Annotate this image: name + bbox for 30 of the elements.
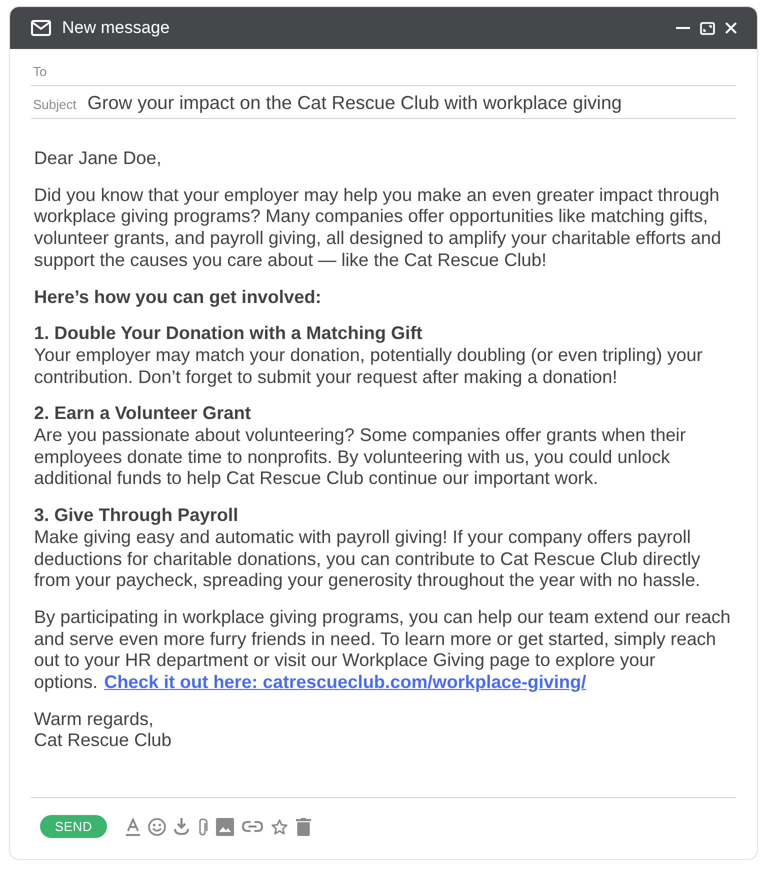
link-icon[interactable] — [242, 821, 263, 832]
close-icon[interactable] — [725, 22, 737, 34]
download-icon[interactable] — [174, 818, 189, 835]
send-button[interactable]: SEND — [40, 815, 107, 838]
star-icon[interactable] — [271, 818, 288, 834]
window-title: New message — [62, 18, 171, 38]
intro-paragraph: Did you know that your employer may help you make an even greater impact through workplace giving programs? Many companies offer opportunities like matching gifts, volunteer grants, and payroll giving, all designed to amplify your charitable efforts and support the causes you care about — like the Cat Rescue Club! — [34, 184, 722, 272]
trash-icon[interactable] — [296, 818, 311, 836]
resize-icon[interactable] — [700, 22, 715, 34]
step-heading: 1. Double Your Donation with a Matching Gift — [34, 323, 424, 345]
step-paragraph: Make giving easy and automatic with payroll giving! If your company offers payroll deductions for charitable donations, you can contribute to Cat Rescue Club directly from your paycheck, spreading your generosity throughout the year with no hassle. — [34, 526, 702, 592]
image-icon[interactable] — [216, 818, 234, 836]
sender-name: Cat Rescue Club — [34, 730, 172, 752]
greeting-text: Dear Jane Doe, — [34, 148, 162, 170]
to-label: To — [33, 64, 47, 79]
paperclip-icon[interactable] — [197, 818, 208, 836]
step-heading: 3. Give Through Payroll — [34, 505, 240, 527]
text-format-icon[interactable] — [126, 818, 140, 836]
salutation-text: Warm regards, — [34, 708, 155, 730]
giving-page-link[interactable]: Check it out here: catrescueclub.com/workplace-giving/ — [104, 672, 586, 692]
step-paragraph: Are you passionate about volunteering? Some companies offer grants when their employees donate time to nonprofits. By volunteering with us, you could unlock additional funds to help Cat Rescue Club continue our important work. — [34, 425, 687, 490]
closing-paragraph: By participating in workplace giving programs, you can help our team extend our reach and serve even more furry friends in need. To learn more or get started, simply reach out to your HR department or visit our Workplace Giving page to explore your options. Check it out here: catrescueclub.com/workplace-giving/ — [34, 606, 732, 694]
mail-icon — [31, 20, 51, 36]
lead-heading: Here’s how you can get involved: — [34, 286, 322, 308]
subject-field[interactable]: Subject Grow your impact on the Cat Rescue Club with workplace giving — [31, 86, 736, 119]
subject-label: Subject — [33, 96, 76, 112]
to-field[interactable]: To — [31, 49, 736, 86]
step-heading: 2. Earn a Volunteer Grant — [34, 403, 252, 426]
step-paragraph: Your employer may match your donation, potentially doubling (or even tripling) your contribution. Don’t forget to submit your request after making a donation! — [34, 344, 704, 388]
emoji-icon[interactable] — [148, 818, 166, 836]
